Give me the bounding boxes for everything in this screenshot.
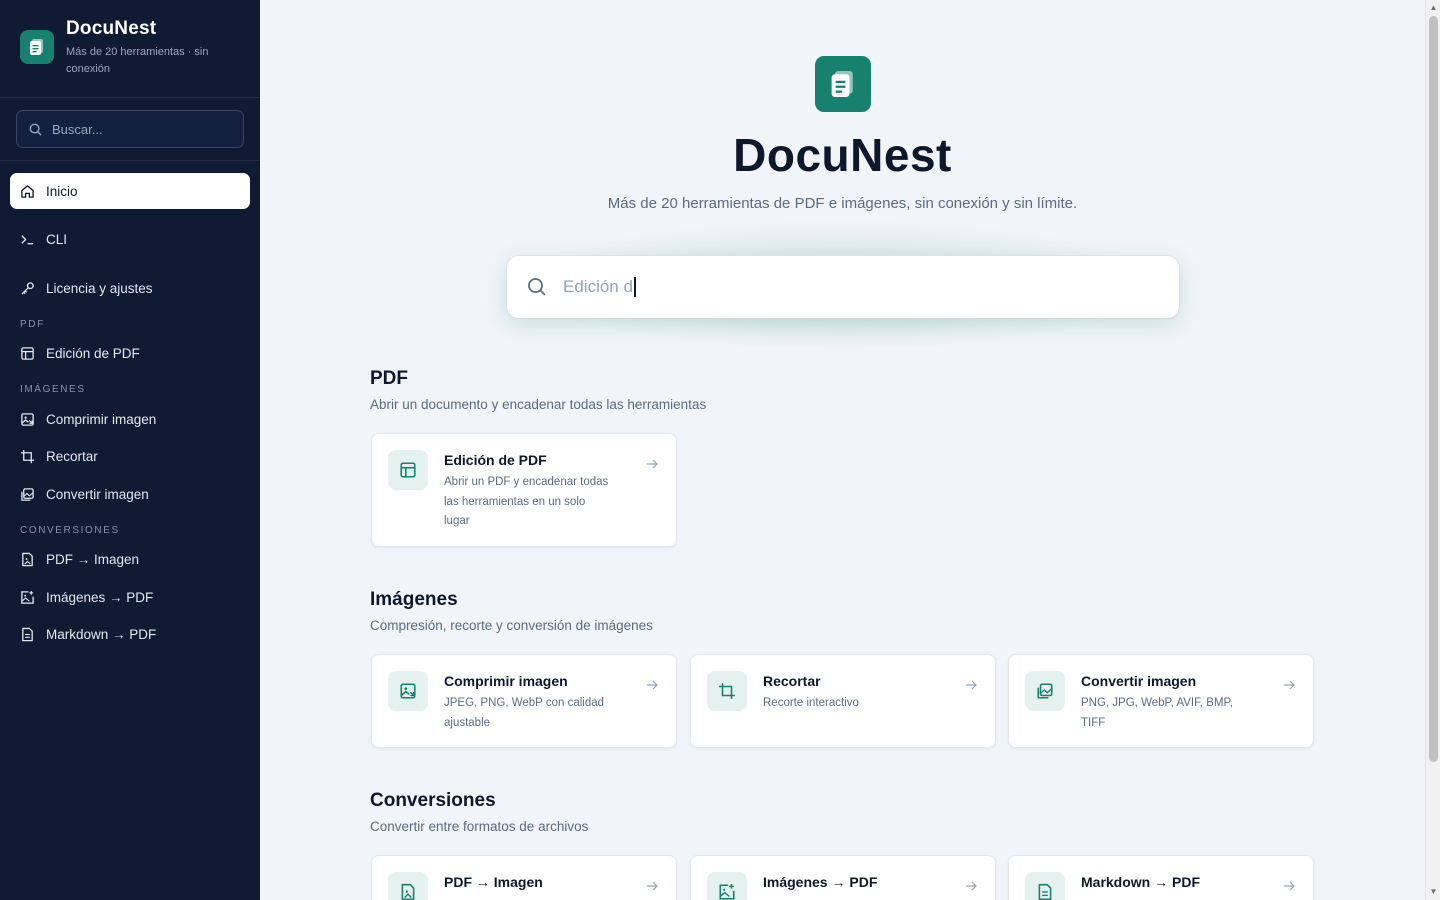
arrow-right-icon	[647, 459, 658, 469]
hero-subtitle: Más de 20 herramientas de PDF e imágenes…	[607, 195, 1078, 212]
arrow-right-icon	[1284, 680, 1295, 690]
section-imagenes: Imágenes Compresión, recorte y conversió…	[370, 589, 653, 633]
arrow-right-icon	[966, 680, 977, 690]
tool-card-pdf-imagen[interactable]: PDF → Imagen	[371, 855, 677, 900]
section-title: Imágenes	[370, 589, 458, 610]
brand: DocuNest Más de 20 herramientas · sin co…	[0, 0, 260, 98]
layout-icon	[21, 347, 34, 360]
sidebar-item-label: PDF → Imagen	[46, 552, 140, 567]
card-title: Comprimir imagen	[444, 673, 568, 689]
tool-card-comprimir-imagen[interactable]: Comprimir imagen JPEG, PNG, WebP con cal…	[371, 654, 677, 748]
docunest-logo-icon	[20, 30, 54, 64]
sidebar-item-label: CLI	[46, 232, 68, 247]
hero-search-value: Edición d	[563, 276, 633, 296]
tool-card-markdown-pdf[interactable]: Markdown → PDF	[1008, 855, 1314, 900]
sidebar-item-pdf-imagen[interactable]: PDF → Imagen	[10, 542, 250, 578]
sidebar-item-markdown-pdf[interactable]: Markdown → PDF	[10, 617, 250, 653]
card-description: PNG, JPG, WebP, AVIF, BMP, TIFF	[1081, 697, 1233, 729]
section-subtitle: Compresión, recorte y conversión de imág…	[370, 618, 653, 633]
search-icon	[528, 278, 546, 296]
file-text-icon	[22, 627, 33, 642]
card-title: Markdown → PDF	[1081, 874, 1201, 890]
home-icon	[21, 184, 34, 198]
sidebar-item-recortar[interactable]: Recortar	[10, 439, 250, 475]
file-image-icon	[22, 552, 33, 567]
image-compress-icon	[21, 412, 34, 426]
scroll-down-arrow-icon[interactable]: ▼	[1429, 887, 1438, 897]
search-icon	[29, 123, 42, 136]
section-pdf: PDF Abrir un documento y encadenar todas…	[370, 368, 706, 412]
image-compress-icon	[388, 671, 428, 711]
sidebar-item-label: Imágenes → PDF	[46, 589, 154, 605]
sidebar-item-label: Comprimir imagen	[46, 411, 157, 427]
main-content: DocuNest Más de 20 herramientas de PDF e…	[260, 0, 1425, 900]
card-title: PDF → Imagen	[444, 874, 543, 890]
card-title: Edición de PDF	[444, 452, 547, 468]
card-title: Convertir imagen	[1081, 673, 1197, 689]
tool-card-imagenes-pdf[interactable]: Imágenes → PDF	[690, 855, 996, 900]
images-icon	[1025, 671, 1065, 711]
section-conversiones: Conversiones Convertir entre formatos de…	[370, 790, 588, 834]
tool-card-convertir-imagen[interactable]: Convertir imagen PNG, JPG, WebP, AVIF, B…	[1008, 654, 1314, 748]
sidebar-section-conversiones: CONVERSIONES	[20, 524, 120, 536]
image-plus-icon	[707, 872, 747, 900]
sidebar-nav: Inicio CLI Licencia y ajustes PDF Edició…	[0, 161, 260, 666]
sidebar-item-inicio[interactable]: Inicio	[10, 173, 250, 209]
image-plus-icon	[21, 590, 34, 604]
sidebar-item-label: Inicio	[46, 183, 78, 199]
crop-icon	[707, 671, 747, 711]
arrow-right-icon	[647, 680, 658, 690]
file-image-icon	[388, 872, 428, 900]
section-subtitle: Abrir un documento y encadenar todas las…	[370, 397, 707, 412]
layout-icon	[388, 450, 428, 490]
sidebar-item-imagenes-pdf[interactable]: Imágenes → PDF	[10, 579, 250, 615]
card-description: Recorte interactivo	[763, 697, 859, 709]
card-title: Recortar	[763, 673, 821, 689]
sidebar-item-licencia[interactable]: Licencia y ajustes	[10, 270, 250, 306]
page-scrollbar[interactable]: ▲ ▼	[1425, 0, 1440, 900]
sidebar-section-imagenes: IMÁGENES	[20, 384, 86, 395]
section-title: PDF	[370, 368, 408, 389]
docunest-hero-logo-icon	[815, 56, 871, 112]
sidebar-item-label: Edición de PDF	[46, 346, 140, 361]
sidebar-item-convertir-imagen[interactable]: Convertir imagen	[10, 476, 250, 512]
sidebar-item-cli[interactable]: CLI	[10, 222, 250, 258]
sidebar-item-label: Convertir imagen	[46, 486, 149, 502]
images-icon	[21, 487, 34, 501]
sidebar-item-label: Markdown → PDF	[46, 627, 157, 642]
scroll-up-arrow-icon[interactable]: ▲	[1429, 3, 1438, 13]
section-subtitle: Convertir entre formatos de archivos	[370, 819, 589, 834]
brand-title: DocuNest	[66, 18, 157, 39]
file-text-icon	[1025, 872, 1065, 900]
sidebar-search-input[interactable]: Buscar...	[16, 110, 244, 148]
arrow-right-icon	[1284, 881, 1295, 891]
tool-card-recortar[interactable]: Recortar Recorte interactivo	[690, 654, 996, 748]
sidebar-item-edicion-pdf[interactable]: Edición de PDF	[10, 336, 250, 372]
key-icon	[21, 281, 34, 295]
card-description: JPEG, PNG, WebP con calidad ajustable	[444, 697, 605, 729]
card-description: Abrir un PDF y encadenar todas las herra…	[444, 476, 609, 527]
sidebar-section-pdf: PDF	[20, 318, 45, 330]
tool-card-edicion-pdf[interactable]: Edición de PDF Abrir un PDF y encadenar …	[371, 433, 677, 547]
hero-title: DocuNest	[733, 129, 952, 181]
sidebar-search-placeholder: Buscar...	[52, 121, 103, 137]
terminal-icon	[21, 235, 34, 245]
crop-icon	[20, 449, 35, 464]
text-caret	[633, 277, 636, 298]
sidebar-item-label: Recortar	[46, 449, 98, 464]
hero-search-input[interactable]: Edición d	[507, 256, 1179, 318]
section-title: Conversiones	[370, 790, 496, 811]
card-title: Imágenes → PDF	[763, 874, 878, 890]
arrow-right-icon	[647, 881, 658, 891]
sidebar-item-label: Licencia y ajustes	[46, 280, 153, 296]
arrow-right-icon	[966, 881, 977, 891]
brand-subtitle: Más de 20 herramientas · sin conexión	[66, 46, 209, 75]
scroll-thumb[interactable]	[1429, 16, 1438, 762]
sidebar: DocuNest Más de 20 herramientas · sin co…	[0, 0, 260, 900]
sidebar-item-comprimir-imagen[interactable]: Comprimir imagen	[10, 401, 250, 437]
